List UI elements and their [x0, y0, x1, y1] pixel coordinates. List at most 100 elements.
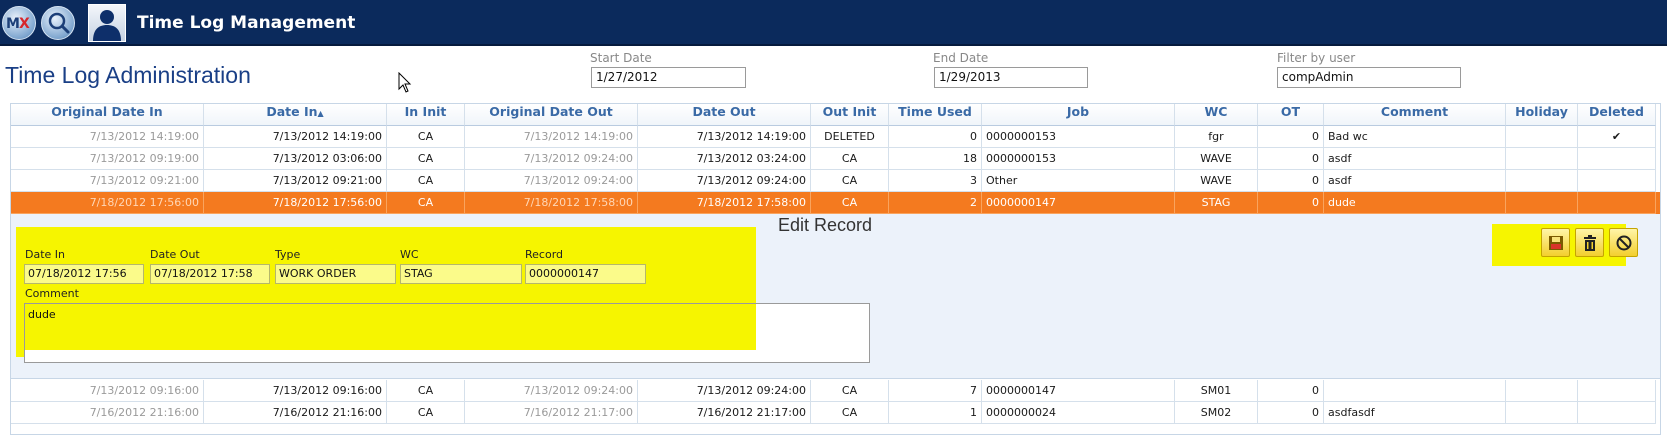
col-date-in[interactable]: Date In▲	[204, 104, 387, 126]
cell-job: 0000000153	[982, 148, 1175, 170]
cell-original-date-in: 7/13/2012 09:16:00	[11, 380, 204, 402]
edit-record-title: Edit Record	[778, 215, 873, 235]
cell-original-date-in: 7/13/2012 14:19:00	[11, 126, 204, 148]
cell-wc: WAVE	[1175, 148, 1258, 170]
date-out-field[interactable]: 07/18/2012 17:58	[150, 264, 270, 284]
start-date-input[interactable]: 1/27/2012	[591, 67, 746, 88]
grid-header-row: Original Date In Date In▲ In Init Origin…	[11, 104, 1660, 126]
cell-job: 0000000147	[982, 192, 1175, 214]
col-date-in-label: Date In	[266, 104, 318, 119]
type-label: Type	[275, 248, 301, 261]
cell-original-date-in: 7/13/2012 09:19:00	[11, 148, 204, 170]
start-date-label: Start Date	[590, 51, 652, 65]
cell-wc: WAVE	[1175, 170, 1258, 192]
cell-wc: fgr	[1175, 126, 1258, 148]
end-date-label: End Date	[933, 51, 989, 65]
wc-label: WC	[400, 248, 419, 261]
cell-comment: Bad wc	[1324, 126, 1506, 148]
col-holiday[interactable]: Holiday	[1506, 104, 1578, 126]
cell-original-date-out: 7/13/2012 09:24:00	[465, 380, 638, 402]
cell-job: 0000000147	[982, 380, 1175, 402]
cell-out-init: CA	[811, 192, 889, 214]
window-title: Time Log Management	[137, 13, 356, 33]
cell-time-used: 2	[889, 192, 982, 214]
cell-original-date-out: 7/13/2012 14:19:00	[465, 126, 638, 148]
cell-out-init: CA	[811, 170, 889, 192]
cell-deleted	[1578, 380, 1656, 402]
delete-button[interactable]	[1575, 228, 1604, 257]
cell-date-in: 7/16/2012 21:16:00	[204, 402, 387, 424]
table-row[interactable]: 7/13/2012 14:19:00 7/13/2012 14:19:00 CA…	[11, 126, 1660, 148]
end-date-input[interactable]: 1/29/2013	[934, 67, 1088, 88]
cell-in-init: CA	[387, 402, 465, 424]
cell-comment: asdfasdf	[1324, 402, 1506, 424]
date-in-field[interactable]: 07/18/2012 17:56	[24, 264, 144, 284]
cell-time-used: 7	[889, 380, 982, 402]
cell-holiday	[1506, 192, 1578, 214]
deleted-check-icon: ✔	[1578, 126, 1656, 148]
cell-time-used: 18	[889, 148, 982, 170]
cell-deleted	[1578, 192, 1656, 214]
cell-holiday	[1506, 148, 1578, 170]
comment-textarea[interactable]: dude	[24, 303, 870, 363]
cell-ot: 0	[1258, 380, 1324, 402]
col-out-init[interactable]: Out Init	[811, 104, 889, 126]
mouse-cursor-icon	[398, 72, 412, 93]
cell-ot: 0	[1258, 402, 1324, 424]
time-log-app: MX Time Log Management Time Log Administ…	[0, 0, 1667, 435]
cell-date-out: 7/16/2012 21:17:00	[638, 402, 811, 424]
table-row[interactable]: 7/13/2012 09:21:00 7/13/2012 09:21:00 CA…	[11, 170, 1660, 192]
cell-ot: 0	[1258, 170, 1324, 192]
record-label: Record	[525, 248, 564, 261]
comment-text: dude	[28, 308, 56, 321]
col-comment[interactable]: Comment	[1324, 104, 1506, 126]
record-field[interactable]: 0000000147	[525, 264, 646, 284]
wc-field[interactable]: STAG	[400, 264, 522, 284]
cell-ot: 0	[1258, 192, 1324, 214]
col-deleted[interactable]: Deleted	[1578, 104, 1656, 126]
cell-original-date-out: 7/16/2012 21:17:00	[465, 402, 638, 424]
cell-original-date-in: 7/16/2012 21:16:00	[11, 402, 204, 424]
cell-wc: SM01	[1175, 380, 1258, 402]
search-icon-glyph	[48, 12, 70, 34]
comment-label: Comment	[25, 287, 79, 300]
cell-date-in: 7/13/2012 03:06:00	[204, 148, 387, 170]
table-row[interactable]: 7/16/2012 21:16:00 7/16/2012 21:16:00 CA…	[11, 402, 1660, 424]
cell-date-in: 7/13/2012 14:19:00	[204, 126, 387, 148]
save-button[interactable]	[1541, 228, 1570, 257]
cell-ot: 0	[1258, 126, 1324, 148]
cell-time-used: 1	[889, 402, 982, 424]
cell-time-used: 3	[889, 170, 982, 192]
col-time-used[interactable]: Time Used	[889, 104, 982, 126]
col-date-out[interactable]: Date Out	[638, 104, 811, 126]
type-field[interactable]: WORK ORDER	[275, 264, 396, 284]
cell-deleted	[1578, 402, 1656, 424]
cell-in-init: CA	[387, 170, 465, 192]
cell-out-init: CA	[811, 380, 889, 402]
col-ot[interactable]: OT	[1258, 104, 1324, 126]
col-original-date-in[interactable]: Original Date In	[11, 104, 204, 126]
filter-user-label: Filter by user	[1277, 51, 1356, 65]
cell-date-out: 7/13/2012 14:19:00	[638, 126, 811, 148]
cell-time-used: 0	[889, 126, 982, 148]
mx-logo-icon[interactable]: MX	[2, 6, 36, 40]
col-in-init[interactable]: In Init	[387, 104, 465, 126]
col-wc[interactable]: WC	[1175, 104, 1258, 126]
col-original-date-out[interactable]: Original Date Out	[465, 104, 638, 126]
cancel-button[interactable]	[1609, 228, 1638, 257]
cell-wc: SM02	[1175, 402, 1258, 424]
cell-date-out: 7/13/2012 09:24:00	[638, 170, 811, 192]
trash-icon	[1584, 235, 1596, 251]
sort-ascending-icon: ▲	[317, 109, 324, 118]
search-icon[interactable]	[41, 6, 75, 40]
filter-user-input[interactable]: compAdmin	[1277, 67, 1461, 88]
cancel-icon	[1616, 235, 1632, 251]
cell-date-out: 7/18/2012 17:58:00	[638, 192, 811, 214]
table-row[interactable]: 7/13/2012 09:16:00 7/13/2012 09:16:00 CA…	[11, 380, 1660, 402]
page-title: Time Log Administration	[5, 62, 251, 88]
table-row[interactable]: 7/13/2012 09:19:00 7/13/2012 03:06:00 CA…	[11, 148, 1660, 170]
col-job[interactable]: Job	[982, 104, 1175, 126]
user-icon[interactable]	[88, 4, 126, 42]
cell-original-date-out: 7/13/2012 09:24:00	[465, 148, 638, 170]
table-row-selected[interactable]: 7/18/2012 17:56:00 7/18/2012 17:56:00 CA…	[11, 192, 1660, 214]
